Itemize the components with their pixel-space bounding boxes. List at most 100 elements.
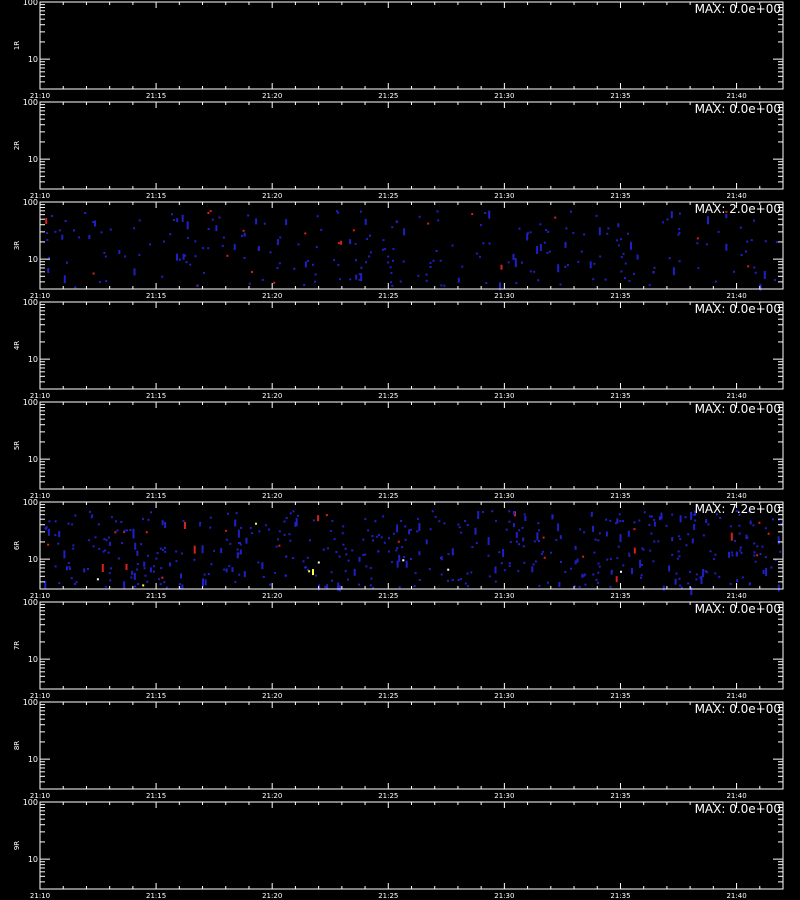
event-pixel: [628, 554, 631, 557]
event-pixel: [598, 532, 601, 535]
x-tick-label: 21:15: [146, 392, 166, 400]
event-pixel: [226, 254, 229, 257]
event-pixel: [156, 552, 159, 555]
event-pixel: [639, 559, 642, 568]
event-pixel: [533, 270, 536, 273]
panel-events: [45, 210, 778, 291]
event-pixel: [251, 532, 254, 535]
event-pixel: [447, 553, 450, 556]
event-pixel: [577, 260, 580, 263]
event-pixel: [697, 267, 700, 270]
event-pixel: [425, 279, 428, 282]
event-pixel: [770, 566, 773, 569]
panel-label: 8R: [13, 741, 21, 750]
event-pixel: [653, 521, 656, 527]
event-pixel: [756, 545, 759, 548]
x-tick-label: 21:40: [726, 92, 746, 100]
event-pixel: [284, 555, 287, 558]
event-pixel: [194, 255, 197, 258]
x-tick-label: 21:40: [726, 392, 746, 400]
stacked-spectrogram-figure: 100 10 21:10 21:15 21:20 21:25 21:30 21:35 21:40…: [13, 0, 784, 900]
event-pixel: [545, 229, 548, 232]
event-pixel: [619, 520, 622, 522]
x-tick-label: 21:20: [262, 592, 282, 600]
event-pixel: [523, 561, 526, 564]
event-pixel: [660, 512, 663, 520]
event-pixel: [597, 562, 600, 565]
panel-3: 1001021:10 21:15 21:20 21:25 21:30 21:35 21:40…: [13, 198, 784, 300]
event-pixel: [247, 214, 250, 217]
event-pixel: [202, 578, 204, 587]
event-pixel: [502, 549, 505, 557]
event-pixel: [274, 572, 277, 575]
event-pixel: [733, 270, 735, 273]
event-pixel: [181, 214, 184, 222]
event-pixel: [696, 242, 699, 245]
event-pixel: [522, 537, 525, 542]
event-pixel: [557, 264, 560, 273]
event-pixel: [756, 554, 759, 557]
event-pixel: [242, 229, 245, 232]
event-pixel: [308, 539, 311, 542]
event-pixel: [672, 267, 675, 276]
event-pixel: [257, 561, 260, 564]
event-pixel: [326, 584, 329, 590]
event-pixel: [715, 280, 717, 283]
event-pixel: [145, 531, 148, 534]
event-pixel: [51, 215, 53, 217]
event-pixel: [335, 551, 338, 553]
event-pixel: [136, 568, 139, 571]
event-pixel: [382, 515, 385, 518]
x-tick-label: 21:35: [610, 92, 630, 100]
event-pixel: [551, 515, 554, 518]
event-pixel: [678, 577, 681, 580]
event-pixel: [365, 565, 368, 568]
event-pixel: [304, 261, 307, 268]
event-pixel: [670, 211, 673, 219]
event-pixel: [359, 210, 362, 213]
event-pixel: [649, 515, 651, 518]
event-pixel: [532, 563, 535, 566]
event-pixel: [161, 576, 164, 579]
event-pixel: [178, 258, 181, 261]
event-pixel: [347, 578, 350, 581]
event-pixel: [358, 556, 361, 562]
event-pixel: [538, 540, 540, 542]
event-pixel: [515, 532, 518, 538]
event-pixel: [570, 210, 572, 213]
event-pixel: [758, 521, 761, 524]
max-readout: MAX: 0.0e+00: [695, 302, 781, 316]
event-pixel: [103, 251, 106, 254]
event-pixel: [709, 550, 712, 553]
event-pixel: [487, 554, 490, 557]
x-tick-label: 21:20: [262, 792, 282, 800]
event-pixel: [47, 268, 50, 273]
x-tick-label: 21:35: [610, 192, 630, 200]
event-pixel: [615, 522, 617, 525]
event-pixel: [487, 537, 490, 545]
event-pixel: [162, 240, 165, 243]
event-pixel: [702, 569, 705, 577]
event-pixel: [466, 524, 469, 526]
y-tick-label: 100: [23, 298, 38, 307]
event-pixel: [314, 273, 317, 276]
event-pixel: [101, 564, 104, 572]
event-pixel: [108, 572, 111, 575]
event-pixel: [213, 549, 216, 552]
event-pixel: [488, 210, 491, 219]
event-pixel: [471, 546, 474, 548]
event-pixel: [218, 216, 221, 219]
event-pixel: [225, 538, 228, 541]
event-pixel: [383, 541, 386, 544]
event-pixel: [582, 555, 585, 558]
event-pixel: [189, 263, 192, 266]
event-pixel: [67, 562, 70, 564]
event-pixel: [374, 520, 377, 523]
event-pixel: [731, 551, 734, 554]
event-pixel: [620, 570, 622, 573]
event-pixel: [329, 529, 332, 532]
event-pixel: [147, 554, 150, 557]
event-pixel: [314, 574, 317, 577]
x-tick-label: 21:40: [726, 692, 746, 700]
event-pixel: [403, 228, 406, 236]
